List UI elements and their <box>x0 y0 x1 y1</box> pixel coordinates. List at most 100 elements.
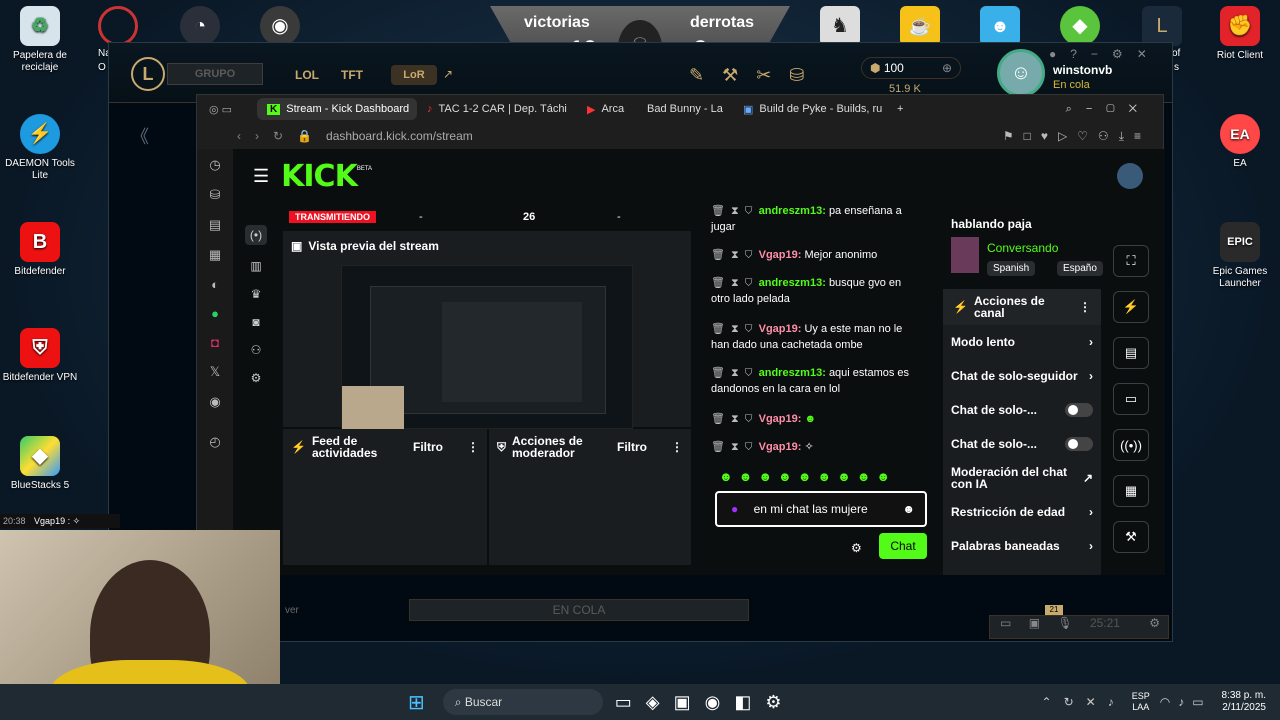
opera-gx-icon[interactable] <box>98 6 138 46</box>
toolbar-icons[interactable]: ⚑□♥▷♡⚇⤓≡ <box>1003 129 1151 144</box>
windows-start-icon[interactable]: ⊞ <box>408 690 425 715</box>
hamburger-icon[interactable]: ☰ <box>253 166 269 187</box>
new-tab-button[interactable]: + <box>897 103 903 115</box>
mod-actions-icons[interactable]: 🗑⧗⛉ <box>711 323 759 335</box>
back-arrow-icon[interactable]: 《 <box>131 123 149 149</box>
desktop-icon-daemon-tools[interactable]: ⚡ DAEMON Tools Lite <box>0 114 80 182</box>
sims-icon[interactable]: ◆ <box>1060 6 1100 46</box>
layout-icon[interactable]: ▦ <box>1113 475 1149 507</box>
stats-icon[interactable]: ▥ <box>250 259 261 273</box>
more-icon[interactable]: ⋮ <box>671 440 683 454</box>
fullscreen-icon[interactable]: ⛶ <box>1113 245 1149 277</box>
live-icon[interactable]: (•) <box>244 225 268 245</box>
wrench-icon[interactable]: ⚒ <box>1113 521 1149 553</box>
discord-icon[interactable]: ◐ <box>211 277 219 292</box>
reload-icon[interactable]: ↻ <box>273 129 283 143</box>
bag-icon[interactable]: ⛁ <box>210 187 221 203</box>
desktop-icon-bitdefender[interactable]: B Bitdefender <box>0 222 80 278</box>
more-icon[interactable]: ⋮ <box>1079 300 1091 314</box>
mod-actions-icons[interactable]: 🗑⧗⛉ <box>711 277 759 289</box>
clock-icon[interactable]: ◴ <box>209 434 220 450</box>
trophy-icon[interactable]: ♛ <box>251 287 262 301</box>
emote-bar[interactable]: ☻☻☻☻☻☻☻☻☻ <box>719 469 896 484</box>
desktop-icon-bitdefender-vpn[interactable]: ⛨ Bitdefender VPN <box>0 328 80 384</box>
browser-menu-icons[interactable]: ◎ ▭ <box>197 103 257 116</box>
toggle-switch[interactable] <box>1065 403 1093 417</box>
category-thumbnail[interactable] <box>951 237 979 273</box>
settings-icon[interactable]: ⚙ <box>1149 616 1160 630</box>
player-icon[interactable]: ▦ <box>209 247 221 263</box>
action-age-restriction[interactable]: Restricción de edad › <box>951 495 1093 529</box>
cuphead-icon[interactable]: ☕ <box>900 6 940 46</box>
currency-display[interactable]: ⬢ 100 ⊕ <box>861 57 961 79</box>
mod-actions-icons[interactable]: 🗑⧗⛉ <box>711 367 759 379</box>
lol-logo-icon[interactable]: L <box>131 57 165 91</box>
mic-icon[interactable]: 🎙 <box>1057 616 1072 630</box>
x-icon[interactable]: 𝕏 <box>210 364 220 380</box>
external-link-icon[interactable]: ↗ <box>443 67 453 81</box>
en-cola-button[interactable]: EN COLA <box>409 599 749 621</box>
network-volume-battery-icons[interactable]: ◠♪▭ <box>1160 695 1212 709</box>
forward-icon[interactable]: › <box>255 129 259 143</box>
tab-arca[interactable]: ▶ Arca <box>577 98 637 120</box>
taskbar-search[interactable]: ⌕ Buscar <box>442 689 603 715</box>
discord2-icon[interactable]: ◉ <box>209 394 220 410</box>
chat-send-button[interactable]: Chat <box>879 533 927 559</box>
mod-filter-button[interactable]: Filtro <box>617 440 647 454</box>
nav-icons[interactable]: ✎⚒✂⛁ <box>689 65 822 86</box>
kick-logo[interactable]: KICK <box>281 159 358 194</box>
toggle-switch[interactable] <box>1065 437 1093 451</box>
mod-actions-icons[interactable]: 🗑⧗⛉ <box>711 249 759 261</box>
url-input[interactable]: dashboard.kick.com/stream <box>326 129 473 143</box>
chat-icon[interactable]: ▭ <box>1113 383 1149 415</box>
mod-actions-icons[interactable]: 🗑⧗⛉ <box>711 205 759 217</box>
league-icon[interactable]: L <box>1142 6 1182 46</box>
action-emotes-only[interactable]: Chat de solo-... <box>951 427 1093 461</box>
broadcast-icon[interactable]: ((•)) <box>1113 429 1149 461</box>
layers-icon[interactable]: ▤ <box>209 217 221 233</box>
obs-icon[interactable]: ◉ <box>260 6 300 46</box>
action-ai-moderation[interactable]: Moderación del chat con IA ↗ <box>951 461 1093 495</box>
camera-icon[interactable]: ◙ <box>252 315 259 329</box>
language-indicator[interactable]: ESP LAA <box>1132 691 1150 713</box>
tab-tac[interactable]: ♪ TAC 1-2 CAR | Dep. Táchi <box>417 98 577 120</box>
clock[interactable]: 8:38 p. m. 2/11/2025 <box>1222 690 1266 714</box>
desktop-icon-riot-client[interactable]: ✊ Riot Client <box>1200 6 1280 62</box>
taskbar-app-icons[interactable]: ▭◈▣◉◧⚙ <box>615 692 796 713</box>
desktop-icon-recycle-bin[interactable]: ♻ Papelera de reciclaje <box>0 6 80 74</box>
mod-actions-icons[interactable]: 🗑⧗⛉ <box>711 413 759 425</box>
mod-actions-icons[interactable]: 🗑⧗⛉ <box>711 441 759 453</box>
desktop-icon-bluestacks[interactable]: ◆ BlueStacks 5 <box>0 436 80 492</box>
tab-lor[interactable]: LoR <box>391 65 437 85</box>
hollow-knight-icon[interactable]: ♞ <box>820 6 860 46</box>
action-slow-mode[interactable]: Modo lento › <box>951 325 1093 359</box>
back-icon[interactable]: ‹ <box>237 129 241 143</box>
chat-bubble-icon[interactable]: ▭ <box>1000 616 1011 630</box>
chat-settings-icon[interactable]: ⚙ <box>851 541 862 555</box>
emoji-icon[interactable]: ☻ <box>902 493 915 525</box>
mic-icon[interactable]: ● <box>731 502 738 516</box>
action-subs-only[interactable]: Chat de solo-... <box>951 393 1093 427</box>
feed-filter-button[interactable]: Filtro <box>413 440 443 454</box>
window-controls[interactable]: ⌕−▢✕ <box>1066 103 1151 116</box>
history-icon[interactable]: ◷ <box>209 157 220 173</box>
tab-pyke-build[interactable]: ▣ Build de Pyke - Builds, ru <box>733 98 893 120</box>
fall-guys-icon[interactable]: ☻ <box>980 6 1020 46</box>
user-avatar[interactable] <box>1117 163 1143 189</box>
document-icon[interactable]: ▤ <box>1113 337 1149 369</box>
tag-chip[interactable]: Españo <box>1057 261 1103 276</box>
tab-lol[interactable]: LOL <box>295 68 319 82</box>
tag-chip[interactable]: Spanish <box>987 261 1036 276</box>
whatsapp-icon[interactable]: ● <box>211 306 219 321</box>
desktop-icon-epic-games[interactable]: EPIC Epic Games Launcher <box>1200 222 1280 290</box>
window-controls[interactable]: ●?−⚙✕ <box>1049 47 1161 61</box>
tab-bad-bunny[interactable]: Bad Bunny - La <box>637 98 733 120</box>
tab-kick-dashboard[interactable]: K Stream - Kick Dashboard <box>257 98 417 120</box>
avatar[interactable]: ☺ <box>997 49 1045 97</box>
desktop-icon-ea[interactable]: EA EA <box>1200 114 1280 170</box>
instagram-icon[interactable]: ◘ <box>211 335 219 350</box>
action-banned-words[interactable]: Palabras baneadas › <box>951 529 1093 563</box>
more-icon[interactable]: ⋮ <box>467 440 479 454</box>
settings-icon[interactable]: ⚙ <box>251 371 262 385</box>
tray-icons[interactable]: ⌃↻✕♪ <box>1042 695 1126 709</box>
